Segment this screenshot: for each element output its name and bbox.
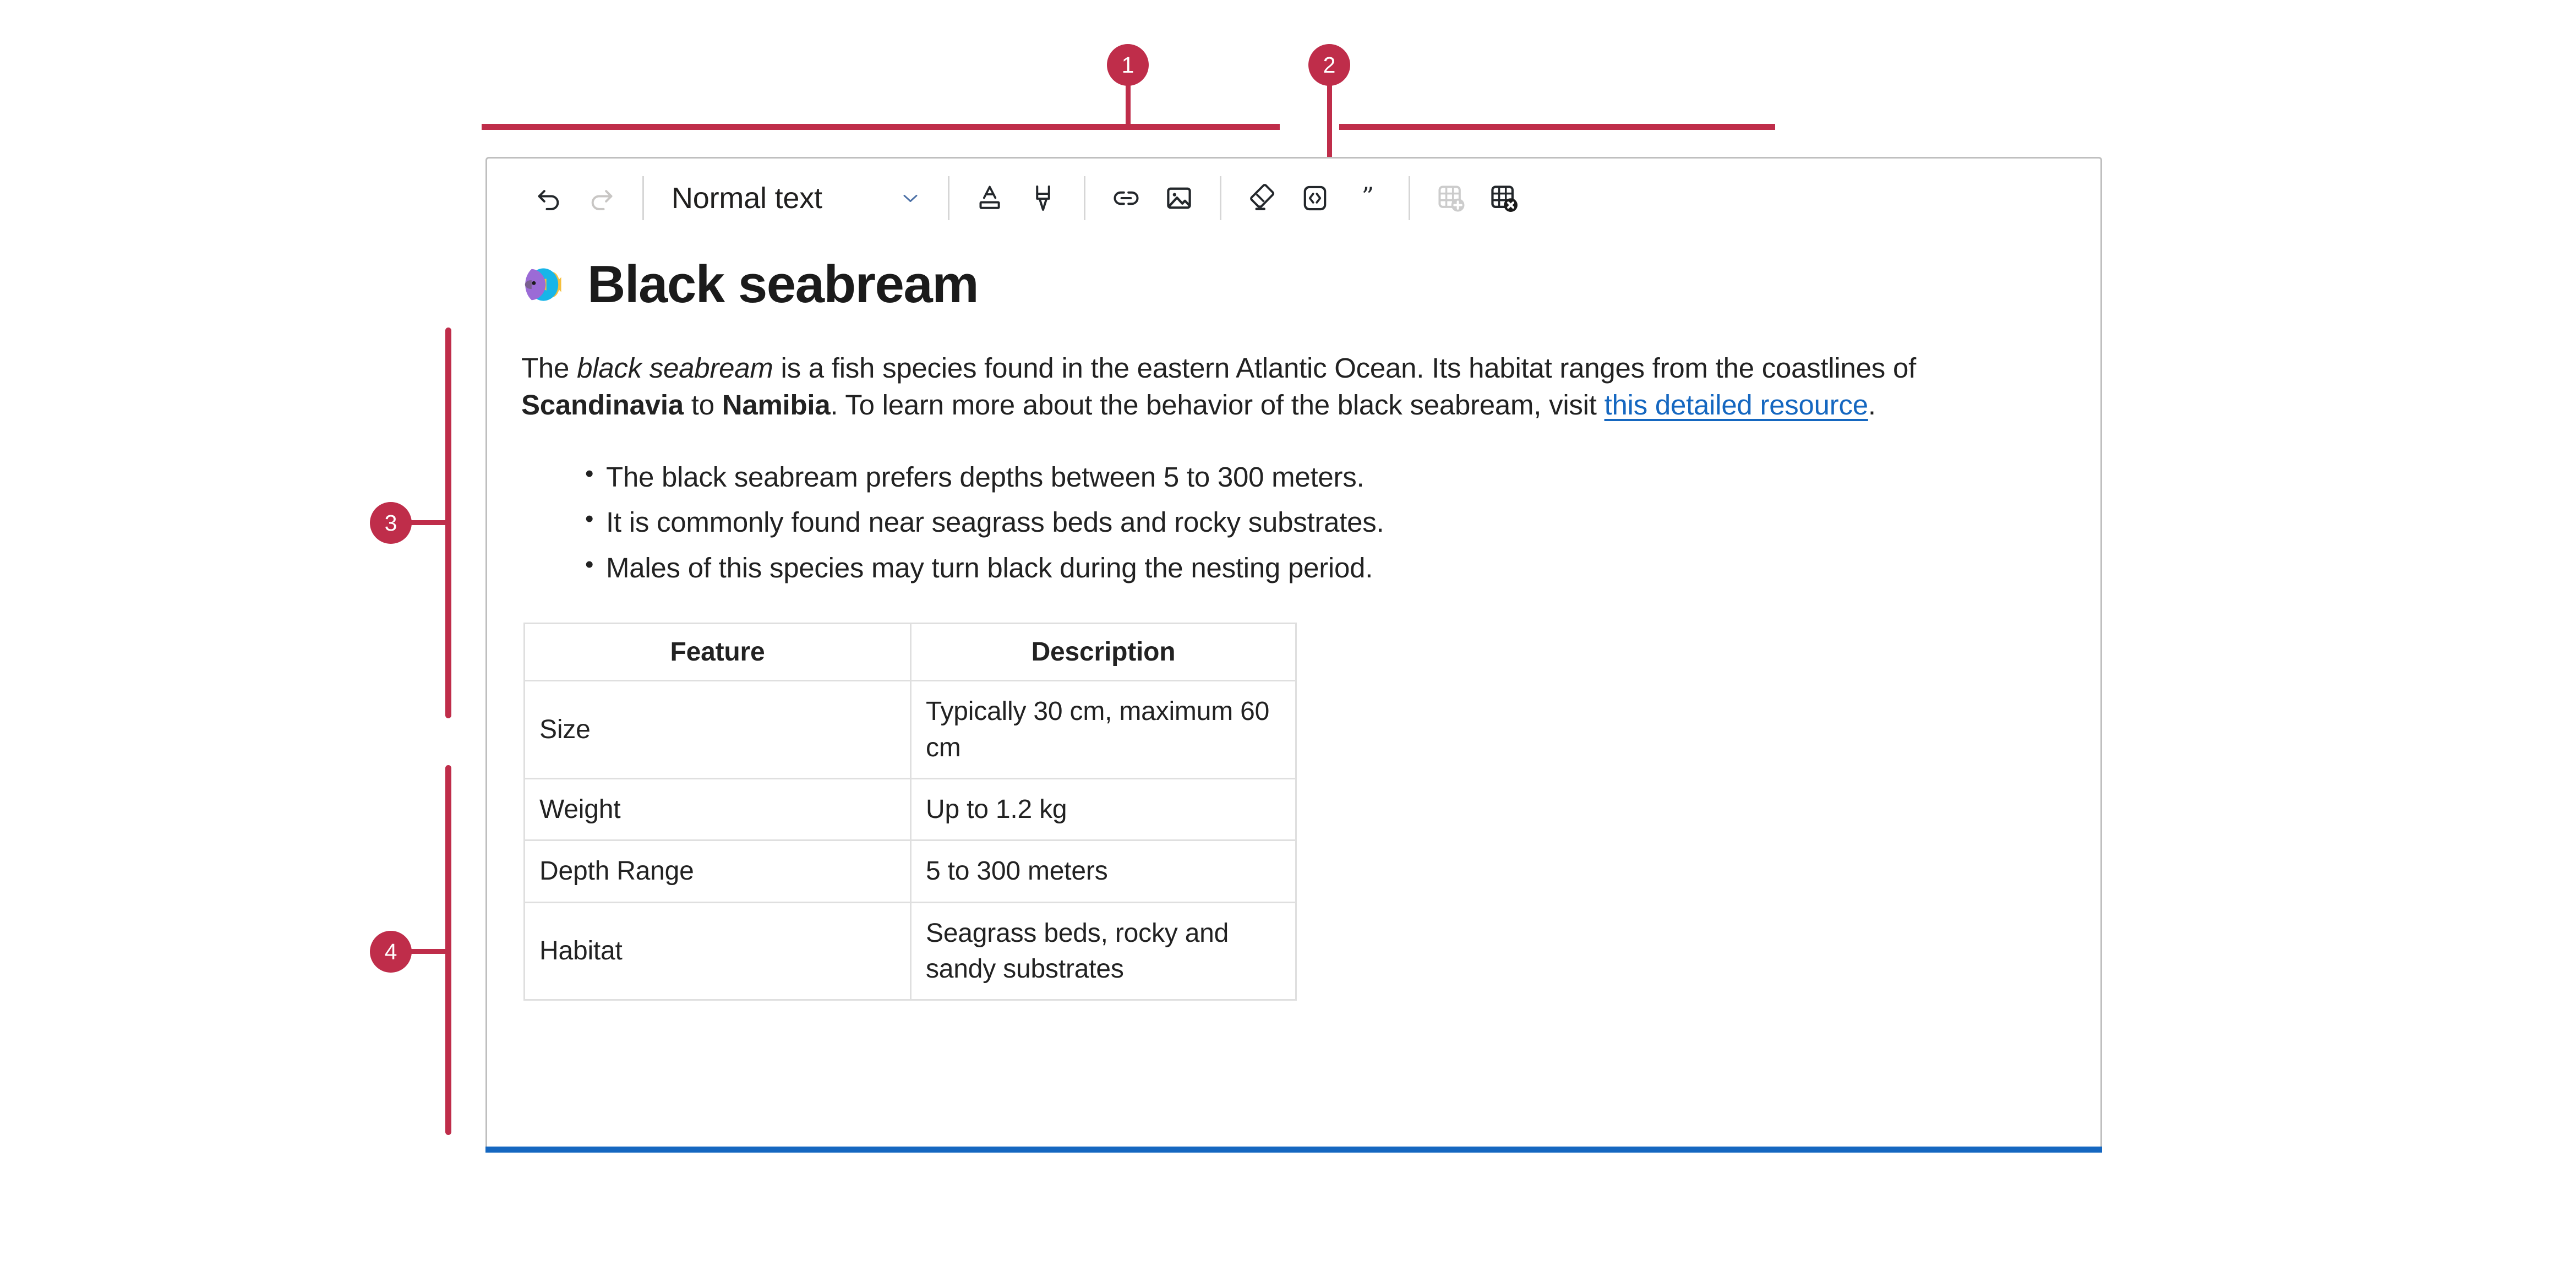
insert-table-button[interactable] — [1425, 172, 1477, 225]
paragraph-seg-2: is a fish species found in the eastern A… — [773, 352, 1916, 384]
clear-formatting-button[interactable] — [1236, 172, 1289, 225]
table-cell-description[interactable]: Typically 30 cm, maximum 60 cm — [911, 681, 1296, 779]
table-cell-description[interactable]: Seagrass beds, rocky and sandy substrate… — [911, 902, 1296, 1000]
undo-icon — [533, 183, 564, 214]
paragraph-italic-species: black seabream — [577, 352, 773, 384]
paragraph-seg-4: . To learn more about the behavior of th… — [830, 389, 1604, 421]
table-cell-description[interactable]: Up to 1.2 kg — [911, 778, 1296, 840]
table-row: Habitat Seagrass beds, rocky and sandy s… — [525, 902, 1296, 1000]
table-header-description: Description — [911, 624, 1296, 681]
annotation-badge-3-number: 3 — [385, 512, 397, 534]
font-color-icon — [975, 183, 1006, 214]
table-row: Size Typically 30 cm, maximum 60 cm — [525, 681, 1296, 779]
table-cell-description[interactable]: 5 to 300 meters — [911, 841, 1296, 902]
link-icon — [1111, 183, 1142, 214]
paragraph-bold-scandinavia: Scandinavia — [521, 389, 684, 421]
screenshot-root: 1 2 3 4 — [0, 0, 2576, 1277]
annotation-badge-4: 4 — [370, 931, 412, 973]
highlight-button[interactable] — [1017, 172, 1069, 225]
toolbar-separator — [642, 176, 644, 220]
annotation-1-underline-right — [1339, 124, 1775, 130]
table-cell-feature[interactable]: Size — [525, 681, 911, 779]
toolbar-separator — [948, 176, 949, 220]
code-icon — [1300, 183, 1330, 214]
eraser-icon — [1247, 183, 1278, 214]
redo-icon — [586, 183, 617, 214]
tropical-fish-emoji — [521, 261, 569, 308]
editor-focus-indicator — [485, 1147, 2102, 1153]
table-cell-feature[interactable]: Weight — [525, 778, 911, 840]
paragraph-seg-5: . — [1868, 389, 1876, 421]
editor-toolbar: Normal text — [487, 159, 2100, 237]
quote-button[interactable]: ” — [1341, 172, 1394, 225]
rich-text-editor: Normal text — [485, 157, 2102, 1147]
list-item: It is commonly found near seagrass beds … — [585, 500, 2052, 545]
list-item: The black seabream prefers depths betwee… — [585, 455, 2052, 500]
paragraph-seg-1: The — [521, 352, 577, 384]
annotation-1-underline — [482, 124, 1280, 130]
delete-table-button[interactable] — [1477, 172, 1530, 225]
insert-link-button[interactable] — [1100, 172, 1153, 225]
code-block-button[interactable] — [1289, 172, 1341, 225]
text-style-value: Normal text — [672, 181, 822, 215]
table-add-icon — [1436, 183, 1466, 214]
svg-text:”: ” — [1362, 183, 1374, 211]
paragraph-bold-namibia: Namibia — [722, 389, 831, 421]
detailed-resource-link[interactable]: this detailed resource — [1604, 389, 1868, 421]
quote-icon: ” — [1352, 183, 1383, 214]
highlighter-icon — [1028, 183, 1058, 214]
toolbar-separator — [1409, 176, 1410, 220]
annotation-badge-2: 2 — [1308, 44, 1350, 86]
undo-button[interactable] — [522, 172, 575, 225]
toolbar-separator — [1084, 176, 1085, 220]
table-header-feature: Feature — [525, 624, 911, 681]
document-bullet-list: The black seabream prefers depths betwee… — [521, 455, 2052, 591]
document-paragraph: The black seabream is a fish species fou… — [521, 350, 2052, 424]
document-title-row: Black seabream — [521, 258, 2052, 311]
table-row: Weight Up to 1.2 kg — [525, 778, 1296, 840]
annotation-badge-4-number: 4 — [385, 941, 397, 963]
font-color-button[interactable] — [964, 172, 1017, 225]
redo-button[interactable] — [575, 172, 628, 225]
annotation-badge-1-number: 1 — [1122, 54, 1134, 77]
page-title: Black seabream — [587, 258, 978, 311]
chevron-down-icon — [898, 186, 923, 210]
annotation-badge-2-number: 2 — [1323, 54, 1336, 77]
annotation-badge-1: 1 — [1107, 44, 1149, 86]
image-icon — [1164, 183, 1194, 214]
insert-image-button[interactable] — [1153, 172, 1205, 225]
table-header-row: Feature Description — [525, 624, 1296, 681]
annotation-badge-3: 3 — [370, 502, 412, 544]
annotation-4-stem — [407, 949, 448, 954]
toolbar-separator — [1220, 176, 1221, 220]
list-item: Males of this species may turn black dur… — [585, 545, 2052, 591]
table-cell-feature[interactable]: Habitat — [525, 902, 911, 1000]
annotation-3-stem — [407, 520, 448, 525]
document-content[interactable]: Black seabream The black seabream is a f… — [487, 237, 2100, 1001]
table-row: Depth Range 5 to 300 meters — [525, 841, 1296, 902]
document-table[interactable]: Feature Description Size Typically 30 cm… — [523, 623, 1297, 1001]
table-cell-feature[interactable]: Depth Range — [525, 841, 911, 902]
table-delete-icon — [1488, 183, 1519, 214]
paragraph-seg-3: to — [684, 389, 722, 421]
text-style-dropdown[interactable]: Normal text — [658, 172, 934, 225]
